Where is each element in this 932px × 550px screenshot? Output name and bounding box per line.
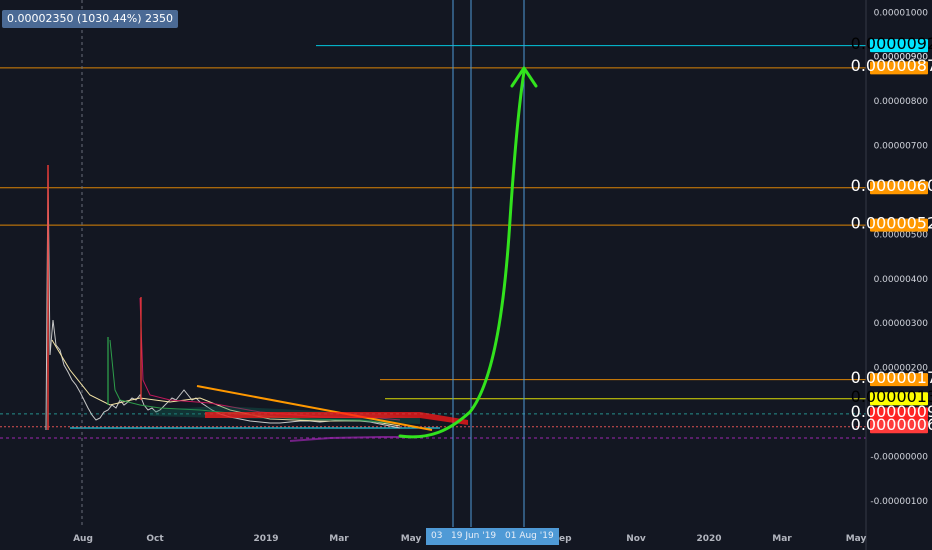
y-tick-label: 0.00001000 [874, 8, 929, 18]
x-tick-label: 2019 [253, 534, 278, 544]
price-series [45, 165, 420, 442]
price-tag-7: 0.00000067 [851, 415, 932, 434]
x-tick-label: Mar [329, 534, 349, 544]
x-date-label-1: 19 Jun '19 [446, 528, 502, 545]
price-tag-0: 0.00000925 [851, 34, 932, 53]
x-tick-label: 2020 [696, 534, 721, 544]
price-chart[interactable]: 0.000011000.000010000.000009000.00000800… [0, 0, 932, 550]
x-tick-label: May [846, 534, 867, 544]
moving-average-3 [139, 297, 401, 421]
x-tick-label: Oct [146, 534, 164, 544]
projection-arrow-path [398, 70, 526, 439]
price-tag-label: 0.00000605 [851, 176, 932, 195]
vertical-date-lines [81, 0, 525, 527]
price-tag-label: 0.00000067 [851, 415, 932, 434]
price-tag-2: 0.00000605 [851, 176, 932, 195]
price-tag-4: 0.00000173 [851, 368, 932, 387]
price-tag-label: 0.00000875 [851, 56, 932, 75]
y-tick-label: 0.00000300 [874, 319, 929, 329]
price-tag-1: 0.00000875 [851, 56, 932, 75]
x-date-label-2: 01 Aug '19 [500, 528, 559, 545]
y-tick-label: 0.00000400 [874, 275, 929, 285]
purple-band [289, 436, 420, 442]
x-tick-label: May [401, 534, 422, 544]
x-date-label-0: 03 [426, 528, 448, 545]
x-tick-label: Nov [626, 534, 646, 544]
y-tick-label: 0.00000700 [874, 142, 929, 152]
drawings [196, 66, 538, 439]
x-tick-label: Mar [772, 534, 792, 544]
price-tag-label: 0.00000925 [851, 34, 932, 53]
y-tick-label: -0.00000000 [870, 453, 928, 463]
y-tick-label: 0.00000800 [874, 97, 929, 107]
y-tick-label: -0.00000100 [870, 497, 928, 507]
price-tag-label: 0.00000173 [851, 368, 932, 387]
price-tag-3: 0.00000521 [851, 213, 932, 232]
horizontal-levels [0, 45, 866, 439]
price-info-box: 0.00002350 (1030.44%) 2350 [2, 10, 178, 28]
price-axis: 0.000011000.000010000.000009000.00000800… [865, 0, 929, 550]
price-tag-label: 0.00000521 [851, 213, 932, 232]
x-tick-label: Aug [73, 534, 93, 544]
